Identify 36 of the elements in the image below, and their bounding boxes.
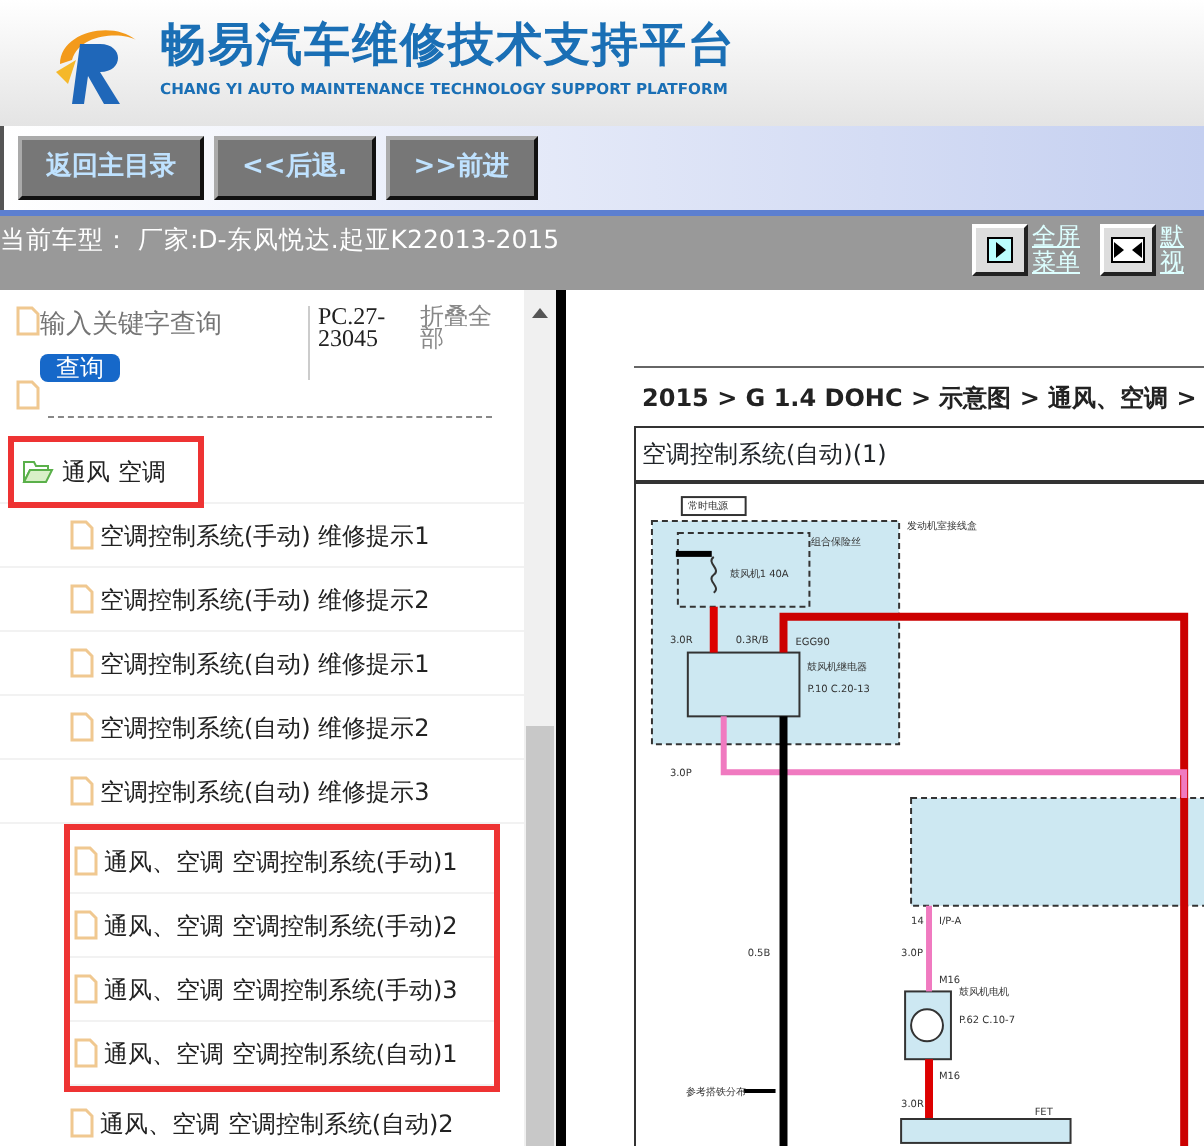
tree-item[interactable]: 通风、空调 空调控制系统(手动)1	[104, 843, 458, 879]
tree-item[interactable]: 空调控制系统(自动) 维修提示3	[100, 773, 430, 809]
tree-item[interactable]: 空调控制系统(自动) 维修提示2	[100, 709, 430, 745]
current-vehicle-text: 当前车型： 厂家:D-东风悦达.起亚K22013-2015	[0, 222, 560, 258]
part-code: PC.27-23045	[308, 306, 404, 380]
file-icon	[74, 910, 98, 940]
file-icon	[70, 584, 94, 614]
file-icon	[74, 1038, 98, 1068]
search-field[interactable]: 输入关键字查询	[40, 306, 300, 345]
site-title: 畅易汽车维修技术支持平台	[160, 24, 736, 71]
tree-item[interactable]: 空调控制系统(手动) 维修提示1	[100, 517, 430, 553]
file-icon	[70, 520, 94, 550]
file-icon	[74, 846, 98, 876]
expand-icon[interactable]	[972, 224, 1028, 276]
open-folder-icon[interactable]	[22, 458, 54, 484]
tree-item[interactable]: 通风、空调 空调控制系统(手动)3	[104, 971, 458, 1007]
file-icon	[70, 712, 94, 742]
folder-label[interactable]: 通风 空调	[62, 453, 166, 489]
breadcrumb-text: 2015 > G 1.4 DOHC > 示意图 > 通风、空调 >	[634, 366, 1204, 426]
collapse-all-link[interactable]: 折叠全部	[420, 306, 508, 380]
tree-item[interactable]: 空调控制系统(手动) 维修提示2	[100, 581, 430, 617]
file-icon	[70, 1108, 94, 1138]
file-icon	[16, 380, 40, 410]
tree-item[interactable]: 通风、空调 空调控制系统(自动)2	[100, 1105, 454, 1141]
diagram-title: 空调控制系统(自动)(1)	[634, 426, 1204, 484]
tree-item[interactable]: 通风、空调 空调控制系统(手动)2	[104, 907, 458, 943]
scroll-up-arrow-icon[interactable]	[532, 306, 548, 318]
split-view-icon[interactable]	[1100, 224, 1156, 276]
file-icon	[70, 776, 94, 806]
tree-item[interactable]: 空调控制系统(自动) 维修提示1	[100, 645, 430, 681]
file-icon	[70, 648, 94, 678]
tree-item[interactable]: 通风、空调 空调控制系统(自动)1	[104, 1035, 458, 1071]
scrollbar-thumb[interactable]	[526, 726, 554, 1146]
search-button[interactable]: 查询	[40, 353, 120, 381]
file-icon	[16, 306, 40, 336]
file-icon	[74, 974, 98, 1004]
